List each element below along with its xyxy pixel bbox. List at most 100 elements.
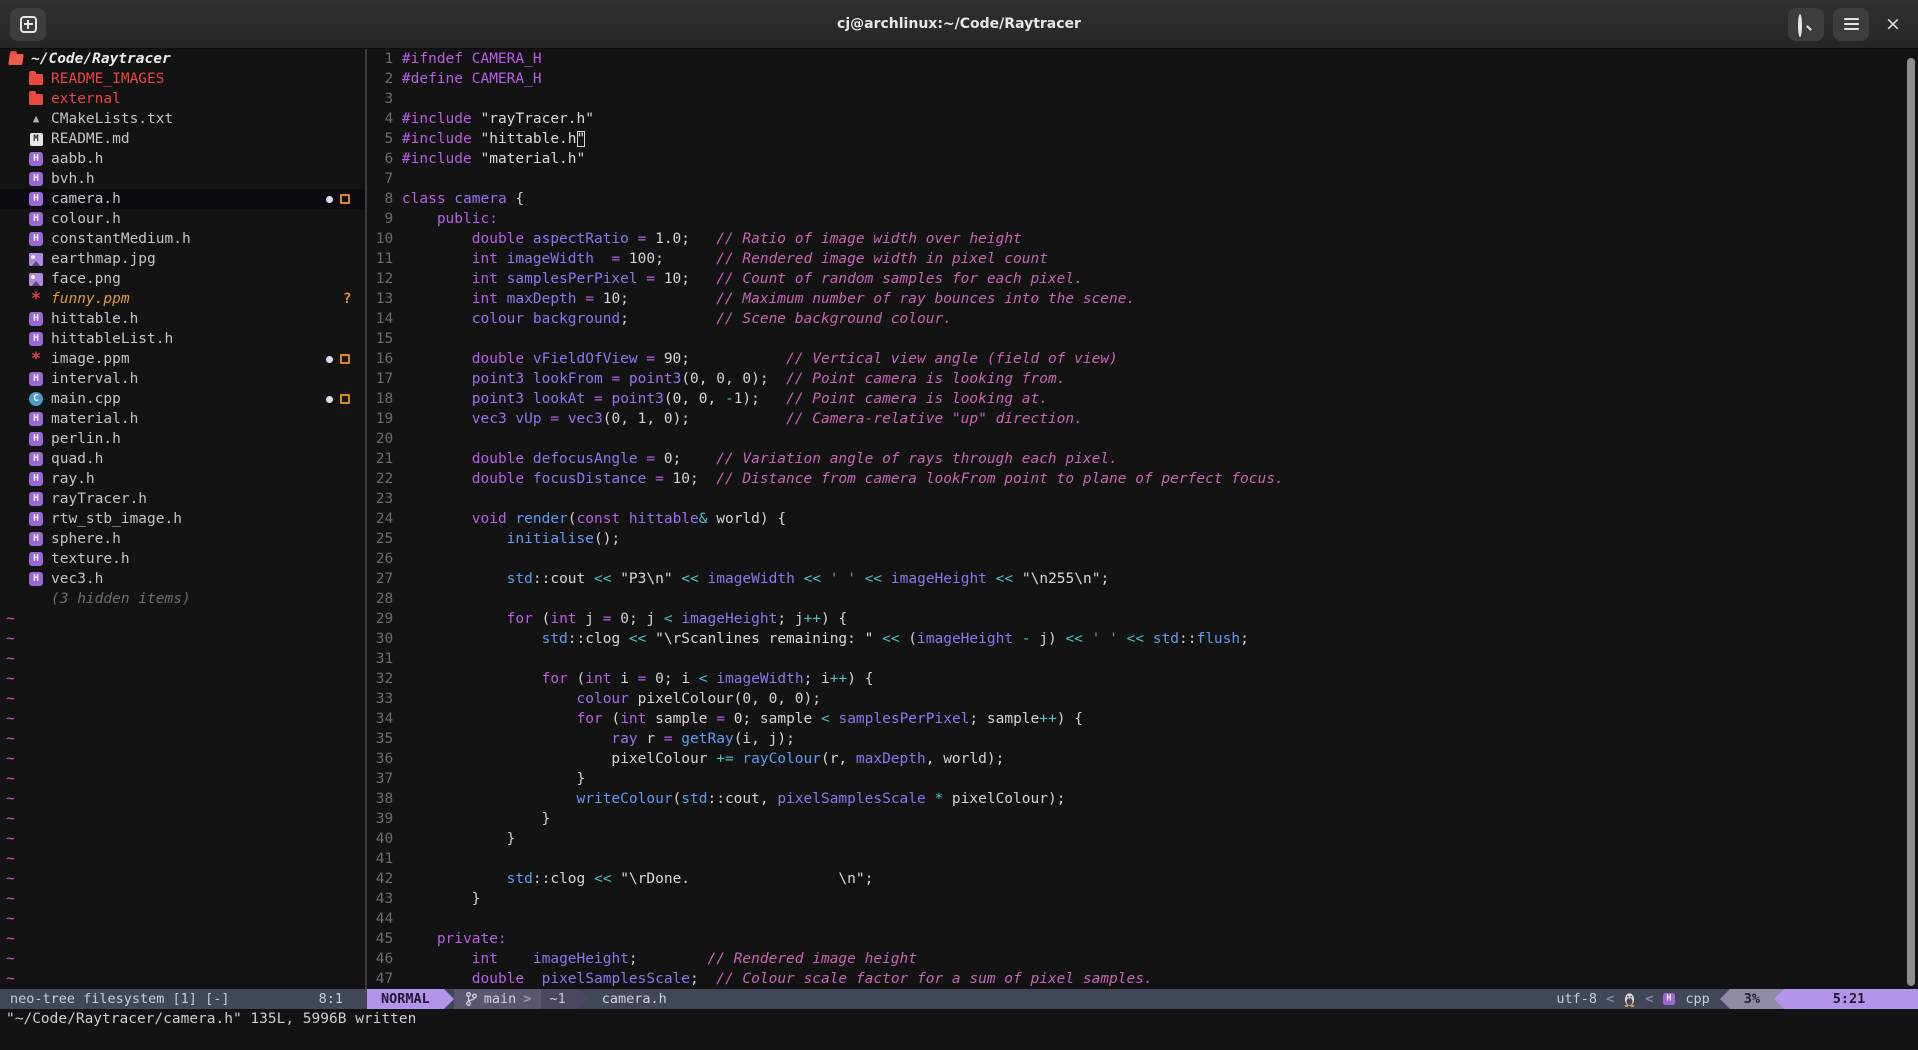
tree-item-cmakelists-txt[interactable]: ▲CMakeLists.txt: [0, 109, 365, 129]
code-line-28[interactable]: 28: [367, 589, 1918, 609]
code-line-36[interactable]: 36 pixelColour += rayColour(r, maxDepth,…: [367, 749, 1918, 769]
tree-item-sphere-h[interactable]: Hsphere.h: [0, 529, 365, 549]
tree-item-quad-h[interactable]: Hquad.h: [0, 449, 365, 469]
code-line-1[interactable]: 1#ifndef CAMERA_H: [367, 49, 1918, 69]
code-line-35[interactable]: 35 ray r = getRay(i, j);: [367, 729, 1918, 749]
code-line-20[interactable]: 20: [367, 429, 1918, 449]
code-line-11[interactable]: 11 int imageWidth = 100; // Rendered ima…: [367, 249, 1918, 269]
tree-item--code-raytracer[interactable]: ~/Code/Raytracer: [0, 49, 365, 69]
terminal-viewport: ~/Code/RaytracerREADME_IMAGESexternal▲CM…: [0, 49, 1918, 989]
code-line-38[interactable]: 38 writeColour(std::cout, pixelSamplesSc…: [367, 789, 1918, 809]
tree-item-material-h[interactable]: Hmaterial.h: [0, 409, 365, 429]
code-line-10[interactable]: 10 double aspectRatio = 1.0; // Ratio of…: [367, 229, 1918, 249]
code-line-31[interactable]: 31: [367, 649, 1918, 669]
code-line-23[interactable]: 23: [367, 489, 1918, 509]
code-line-17[interactable]: 17 point3 lookFrom = point3(0, 0, 0); //…: [367, 369, 1918, 389]
code-line-12[interactable]: 12 int samplesPerPixel = 10; // Count of…: [367, 269, 1918, 289]
tree-item-camera-h[interactable]: Hcamera.h: [0, 189, 365, 209]
empty-line-tilde: ~: [0, 749, 365, 769]
tree-item-raytracer-h[interactable]: HrayTracer.h: [0, 489, 365, 509]
terminal-scrollbar[interactable]: [1907, 58, 1915, 986]
line-number: 36: [367, 749, 393, 769]
code-editor[interactable]: 1#ifndef CAMERA_H2#define CAMERA_H34#inc…: [367, 49, 1918, 989]
code-line-9[interactable]: 9 public:: [367, 209, 1918, 229]
code-line-40[interactable]: 40 }: [367, 829, 1918, 849]
tree-item-earthmap-jpg[interactable]: earthmap.jpg: [0, 249, 365, 269]
code-token: [402, 231, 472, 247]
code-line-44[interactable]: 44: [367, 909, 1918, 929]
code-line-47[interactable]: 47 double pixelSamplesScale; // Colour s…: [367, 969, 1918, 989]
tree-item-hittable-h[interactable]: Hhittable.h: [0, 309, 365, 329]
tree-item--3-hidden-items-[interactable]: (3 hidden items): [0, 589, 365, 609]
code-line-41[interactable]: 41: [367, 849, 1918, 869]
code-line-30[interactable]: 30 std::clog << "\rScanlines remaining: …: [367, 629, 1918, 649]
tree-item-colour-h[interactable]: Hcolour.h: [0, 209, 365, 229]
tree-item-rtw-stb-image-h[interactable]: Hrtw_stb_image.h: [0, 509, 365, 529]
code-line-26[interactable]: 26: [367, 549, 1918, 569]
code-line-42[interactable]: 42 std::clog << "\rDone. \n";: [367, 869, 1918, 889]
encoding-label: utf-8: [1556, 989, 1597, 1009]
code-line-39[interactable]: 39 }: [367, 809, 1918, 829]
code-token: vec3: [568, 411, 603, 427]
header-file-icon: H: [28, 192, 44, 206]
menu-button[interactable]: [1833, 8, 1869, 41]
tree-item-image-ppm[interactable]: *image.ppm: [0, 349, 365, 369]
code-token: }: [402, 771, 585, 787]
code-line-34[interactable]: 34 for (int sample = 0; sample < samples…: [367, 709, 1918, 729]
code-token: [524, 391, 533, 407]
line-number: 18: [367, 389, 393, 409]
code-line-8[interactable]: 8class camera {: [367, 189, 1918, 209]
code-line-29[interactable]: 29 for (int j = 0; j < imageHeight; j++)…: [367, 609, 1918, 629]
tree-item-hittablelist-h[interactable]: HhittableList.h: [0, 329, 365, 349]
tree-item-aabb-h[interactable]: Haabb.h: [0, 149, 365, 169]
tree-item-readme-md[interactable]: MREADME.md: [0, 129, 365, 149]
code-line-13[interactable]: 13 int maxDepth = 10; // Maximum number …: [367, 289, 1918, 309]
header-file-icon: H: [28, 452, 44, 466]
code-line-46[interactable]: 46 int imageHeight; // Rendered image he…: [367, 949, 1918, 969]
code-token: render: [515, 511, 567, 527]
code-line-22[interactable]: 22 double focusDistance = 10; // Distanc…: [367, 469, 1918, 489]
code-line-18[interactable]: 18 point3 lookAt = point3(0, 0, -1); // …: [367, 389, 1918, 409]
code-token: [620, 371, 629, 387]
code-line-43[interactable]: 43 }: [367, 889, 1918, 909]
code-line-5[interactable]: 5#include "hittable.h": [367, 129, 1918, 149]
code-token: =: [594, 391, 603, 407]
code-token: =: [646, 271, 655, 287]
code-line-24[interactable]: 24 void render(const hittable& world) {: [367, 509, 1918, 529]
code-line-25[interactable]: 25 initialise();: [367, 529, 1918, 549]
empty-line-tilde: ~: [0, 829, 365, 849]
code-line-6[interactable]: 6#include "material.h": [367, 149, 1918, 169]
tree-item-external[interactable]: external: [0, 89, 365, 109]
code-line-14[interactable]: 14 colour background; // Scene backgroun…: [367, 309, 1918, 329]
search-button[interactable]: [1788, 8, 1824, 41]
tree-item-ray-h[interactable]: Hray.h: [0, 469, 365, 489]
code-line-37[interactable]: 37 }: [367, 769, 1918, 789]
tree-item-interval-h[interactable]: Hinterval.h: [0, 369, 365, 389]
code-line-32[interactable]: 32 for (int i = 0; i < imageWidth; i++) …: [367, 669, 1918, 689]
tree-item-funny-ppm[interactable]: *funny.ppm?: [0, 289, 365, 309]
close-button[interactable]: ×: [1878, 13, 1908, 35]
tree-item-bvh-h[interactable]: Hbvh.h: [0, 169, 365, 189]
tree-item-perlin-h[interactable]: Hperlin.h: [0, 429, 365, 449]
code-token: flush: [1196, 631, 1240, 647]
tree-item-vec3-h[interactable]: Hvec3.h: [0, 569, 365, 589]
code-line-45[interactable]: 45 private:: [367, 929, 1918, 949]
tree-item-texture-h[interactable]: Htexture.h: [0, 549, 365, 569]
tree-item-face-png[interactable]: face.png: [0, 269, 365, 289]
code-line-7[interactable]: 7: [367, 169, 1918, 189]
code-line-4[interactable]: 4#include "rayTracer.h": [367, 109, 1918, 129]
tree-item-readme-images[interactable]: README_IMAGES: [0, 69, 365, 89]
code-token: [402, 871, 507, 887]
code-line-33[interactable]: 33 colour pixelColour(0, 0, 0);: [367, 689, 1918, 709]
code-token: imageHeight: [533, 951, 629, 967]
code-line-19[interactable]: 19 vec3 vUp = vec3(0, 1, 0); // Camera-r…: [367, 409, 1918, 429]
tree-item-constantmedium-h[interactable]: HconstantMedium.h: [0, 229, 365, 249]
code-line-21[interactable]: 21 double defocusAngle = 0; // Variation…: [367, 449, 1918, 469]
code-line-2[interactable]: 2#define CAMERA_H: [367, 69, 1918, 89]
code-line-27[interactable]: 27 std::cout << "P3\n" << imageWidth << …: [367, 569, 1918, 589]
tree-item-main-cpp[interactable]: Cmain.cpp: [0, 389, 365, 409]
code-line-15[interactable]: 15: [367, 329, 1918, 349]
code-line-3[interactable]: 3: [367, 89, 1918, 109]
code-token: sample: [646, 711, 716, 727]
code-line-16[interactable]: 16 double vFieldOfView = 90; // Vertical…: [367, 349, 1918, 369]
